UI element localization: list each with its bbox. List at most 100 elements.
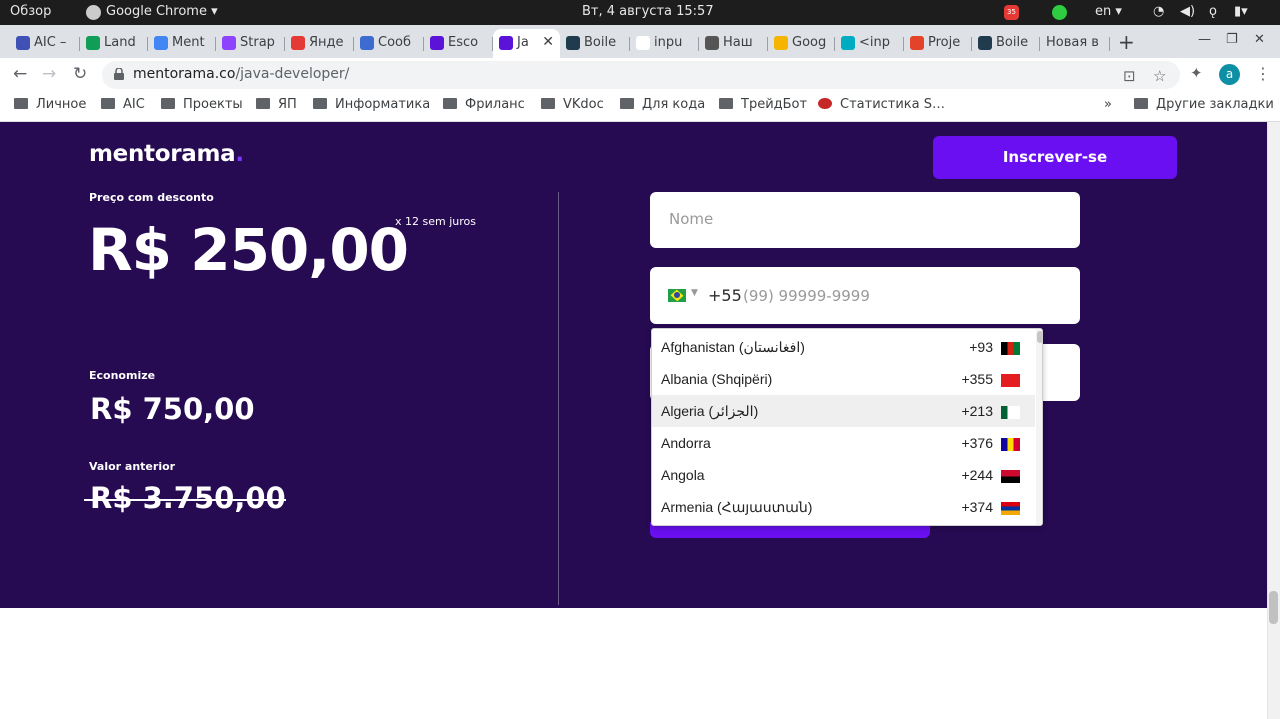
browser-tab[interactable]: <inp	[835, 29, 904, 58]
profile-avatar[interactable]: a	[1219, 64, 1240, 85]
folder-icon	[313, 98, 327, 109]
translate-icon[interactable]: ⊡	[1123, 67, 1136, 85]
keyboard-layout[interactable]: en ▾	[1095, 4, 1122, 19]
chrome-icon	[86, 5, 101, 20]
volume-icon[interactable]: ◀)	[1180, 4, 1195, 19]
forward-icon[interactable]: →	[42, 64, 56, 84]
lock-icon[interactable]	[114, 68, 124, 80]
tab-title: Esco	[448, 35, 479, 50]
browser-tab[interactable]: Ja ✕	[493, 29, 560, 58]
country-flag-icon	[1001, 502, 1020, 515]
bookmark-item[interactable]: Статистика S…	[818, 97, 945, 112]
minimize-button[interactable]: —	[1198, 32, 1211, 47]
bookmark-item[interactable]: VKdoc	[541, 97, 604, 112]
country-option[interactable]: Albania (Shqipëri) +355	[652, 363, 1035, 395]
tab-favicon-icon	[774, 36, 788, 50]
country-dropdown-list[interactable]: Afghanistan (‫افغانستان‬‎) +93 Albania (Sh…	[651, 328, 1043, 526]
country-option[interactable]: Algeria (‫الجزائر‬‎) +213	[652, 395, 1035, 427]
tab-favicon-icon	[86, 36, 100, 50]
bookmark-item[interactable]: Для кода	[620, 97, 705, 112]
microphone-icon[interactable]: ǫ	[1209, 4, 1217, 19]
bookmark-label: Статистика S…	[840, 97, 946, 112]
app-menu[interactable]: Google Chrome ▾	[106, 4, 218, 19]
clock[interactable]: Вт, 4 августа 15:57	[582, 4, 714, 19]
url-text[interactable]: mentorama.co/java-developer/	[133, 66, 349, 82]
tab-title: Янде	[309, 35, 344, 50]
other-bookmarks[interactable]: Другие закладки	[1134, 97, 1274, 112]
battery-icon[interactable]: ▮▾	[1234, 4, 1248, 19]
address-bar[interactable]: mentorama.co/java-developer/ ⊡ ☆	[102, 61, 1180, 89]
tab-title: <inp	[859, 35, 890, 50]
country-dial-code: +376	[961, 435, 993, 451]
tab-title: Ja	[517, 35, 529, 50]
extensions-icon[interactable]: ✦	[1190, 64, 1203, 82]
check-icon[interactable]	[1052, 5, 1067, 20]
previous-price-value: R$ 3.750,00	[90, 481, 286, 515]
tab-favicon-icon	[910, 36, 924, 50]
bookmark-item[interactable]: ЯП	[256, 97, 297, 112]
bookmark-label: Для кода	[642, 97, 706, 112]
country-option[interactable]: Afghanistan (‫افغانستان‬‎) +93	[652, 331, 1035, 363]
logo-text: mentorama	[89, 141, 236, 167]
country-option[interactable]: Angola +244	[652, 459, 1035, 491]
browser-tab[interactable]: AIC –	[10, 29, 80, 58]
country-dial-code: +374	[961, 499, 993, 515]
browser-tab[interactable]: Наш	[699, 29, 768, 58]
country-name: Andorra	[661, 435, 711, 451]
bookmarks-overflow-button[interactable]: »	[1104, 97, 1112, 112]
browser-tab[interactable]: Янде	[285, 29, 354, 58]
restore-button[interactable]: ❐	[1226, 32, 1238, 47]
inscrever-se-button[interactable]: Inscrever-se	[933, 136, 1177, 179]
close-tab-icon[interactable]: ✕	[542, 34, 554, 50]
bookmark-item[interactable]: AIC	[101, 97, 145, 112]
browser-menu-icon[interactable]: ⋮	[1255, 64, 1271, 83]
phone-field[interactable]: ▼ +55 (99) 99999-9999	[650, 267, 1080, 324]
brazil-flag-icon[interactable]	[668, 289, 686, 302]
name-field[interactable]: Nome	[650, 192, 1080, 248]
browser-tab[interactable]: Ment	[148, 29, 216, 58]
bookmark-item[interactable]: ТрейдБот	[719, 97, 807, 112]
country-dropdown-caret-icon[interactable]: ▼	[691, 288, 698, 298]
new-tab-button[interactable]: +	[1118, 30, 1135, 54]
bookmark-label: ЯП	[278, 97, 297, 112]
browser-tab[interactable]: inpu	[630, 29, 699, 58]
bookmark-item[interactable]: Проекты	[161, 97, 243, 112]
bookmark-item[interactable]: Фриланс	[443, 97, 525, 112]
browser-tab[interactable]: Land	[80, 29, 148, 58]
browser-tab[interactable]: Boile	[972, 29, 1040, 58]
mentorama-logo[interactable]: mentorama.	[89, 141, 244, 167]
notification-badge-icon[interactable]: 35	[1004, 5, 1019, 20]
wifi-icon[interactable]: ◔	[1153, 4, 1164, 19]
pricing-section: mentorama. Inscrever-se Preço com descon…	[0, 122, 1267, 608]
page-scrollbar[interactable]	[1267, 122, 1280, 719]
browser-tab[interactable]: Esco	[424, 29, 493, 58]
bookmark-star-icon[interactable]: ☆	[1153, 67, 1166, 85]
page-scrollbar-thumb[interactable]	[1269, 591, 1278, 624]
bookmark-label: ТрейдБот	[741, 97, 808, 112]
country-option[interactable]: Armenia (Հայաստան) +374	[652, 491, 1035, 523]
browser-tab[interactable]: Новая в	[1040, 29, 1110, 58]
phone-country-code: +55	[708, 286, 742, 305]
activities-button[interactable]: Обзор	[10, 4, 51, 19]
browser-tab[interactable]: Сооб	[354, 29, 424, 58]
tab-title: Новая в	[1046, 35, 1099, 50]
reload-icon[interactable]: ↻	[73, 64, 87, 84]
browser-tab[interactable]: Proje	[904, 29, 972, 58]
dropdown-scrollbar-thumb[interactable]	[1037, 331, 1042, 343]
close-window-button[interactable]: ✕	[1254, 32, 1265, 47]
back-icon[interactable]: ←	[13, 64, 27, 84]
country-flag-icon	[1001, 406, 1020, 419]
tab-title: Land	[104, 35, 136, 50]
dropdown-scrollbar[interactable]	[1036, 329, 1042, 525]
folder-icon	[101, 98, 115, 109]
browser-tab[interactable]: Strap	[216, 29, 285, 58]
browser-tab[interactable]: Boile	[560, 29, 630, 58]
bookmark-item[interactable]: Информатика	[313, 97, 430, 112]
discount-label: Preço com desconto	[89, 191, 214, 204]
country-option[interactable]: Andorra +376	[652, 427, 1035, 459]
economize-label: Economize	[89, 369, 156, 382]
country-name: Armenia (Հայաստան)	[661, 499, 813, 515]
bookmark-item[interactable]: Личное	[14, 97, 86, 112]
tab-separator	[1109, 37, 1110, 51]
browser-tab[interactable]: Goog	[768, 29, 835, 58]
